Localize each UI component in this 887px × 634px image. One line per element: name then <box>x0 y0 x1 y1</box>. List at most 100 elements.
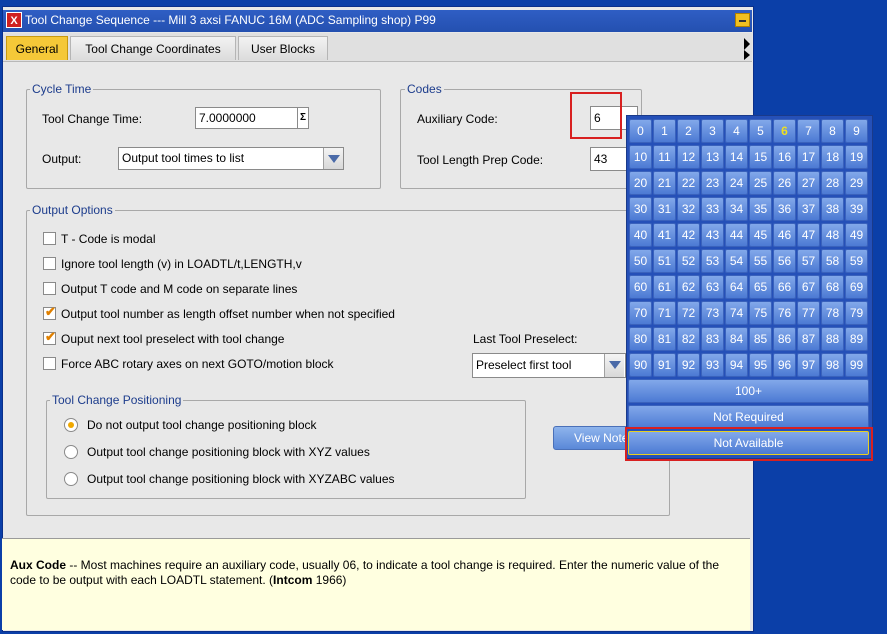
code-option-49[interactable]: 49 <box>845 223 868 247</box>
code-option-46[interactable]: 46 <box>773 223 796 247</box>
code-option-17[interactable]: 17 <box>797 145 820 169</box>
code-option-2[interactable]: 2 <box>677 119 700 143</box>
code-option-0[interactable]: 0 <box>629 119 652 143</box>
radio-xyzabc[interactable] <box>64 472 78 486</box>
code-option-29[interactable]: 29 <box>845 171 868 195</box>
code-option-85[interactable]: 85 <box>749 327 772 351</box>
code-option-38[interactable]: 38 <box>821 197 844 221</box>
code-option-4[interactable]: 4 <box>725 119 748 143</box>
radio-no-positioning[interactable] <box>64 418 78 432</box>
code-option-50[interactable]: 50 <box>629 249 652 273</box>
sigma-calculator-icon[interactable]: Σ <box>297 107 309 129</box>
code-option-27[interactable]: 27 <box>797 171 820 195</box>
code-option-95[interactable]: 95 <box>749 353 772 377</box>
code-option-93[interactable]: 93 <box>701 353 724 377</box>
code-option-21[interactable]: 21 <box>653 171 676 195</box>
code-option-92[interactable]: 92 <box>677 353 700 377</box>
code-option-28[interactable]: 28 <box>821 171 844 195</box>
code-option-84[interactable]: 84 <box>725 327 748 351</box>
code-option-39[interactable]: 39 <box>845 197 868 221</box>
tool-change-time-input[interactable]: 7.0000000 <box>195 107 298 129</box>
code-option-26[interactable]: 26 <box>773 171 796 195</box>
code-option-98[interactable]: 98 <box>821 353 844 377</box>
code-option-13[interactable]: 13 <box>701 145 724 169</box>
minimize-button[interactable] <box>735 13 750 27</box>
checkbox-length-offset[interactable]: ✔ <box>43 305 56 320</box>
code-option-1[interactable]: 1 <box>653 119 676 143</box>
code-option-77[interactable]: 77 <box>797 301 820 325</box>
code-option-42[interactable]: 42 <box>677 223 700 247</box>
checkbox-separate-lines[interactable] <box>43 282 56 295</box>
code-option-41[interactable]: 41 <box>653 223 676 247</box>
code-option-63[interactable]: 63 <box>701 275 724 299</box>
tab-tool-change-coordinates[interactable]: Tool Change Coordinates <box>70 36 236 60</box>
code-option-53[interactable]: 53 <box>701 249 724 273</box>
code-option-60[interactable]: 60 <box>629 275 652 299</box>
code-option-34[interactable]: 34 <box>725 197 748 221</box>
output-select[interactable]: Output tool times to list <box>118 147 344 170</box>
code-option-3[interactable]: 3 <box>701 119 724 143</box>
tab-user-blocks[interactable]: User Blocks <box>238 36 328 60</box>
last-tool-preselect-select[interactable]: Preselect first tool <box>472 353 626 378</box>
code-option-67[interactable]: 67 <box>797 275 820 299</box>
code-option-35[interactable]: 35 <box>749 197 772 221</box>
code-option-10[interactable]: 10 <box>629 145 652 169</box>
code-option-91[interactable]: 91 <box>653 353 676 377</box>
output-dropdown-arrow-icon[interactable] <box>323 148 343 169</box>
code-option-73[interactable]: 73 <box>701 301 724 325</box>
code-option-40[interactable]: 40 <box>629 223 652 247</box>
code-option-30[interactable]: 30 <box>629 197 652 221</box>
code-option-56[interactable]: 56 <box>773 249 796 273</box>
code-option-11[interactable]: 11 <box>653 145 676 169</box>
code-option-99[interactable]: 99 <box>845 353 868 377</box>
last-tool-dropdown-arrow-icon[interactable] <box>604 354 624 377</box>
code-option-69[interactable]: 69 <box>845 275 868 299</box>
code-option-62[interactable]: 62 <box>677 275 700 299</box>
code-option-76[interactable]: 76 <box>773 301 796 325</box>
code-option-23[interactable]: 23 <box>701 171 724 195</box>
code-option-20[interactable]: 20 <box>629 171 652 195</box>
code-option-51[interactable]: 51 <box>653 249 676 273</box>
more-codes-button[interactable]: 100+ <box>628 379 869 403</box>
code-option-83[interactable]: 83 <box>701 327 724 351</box>
code-option-72[interactable]: 72 <box>677 301 700 325</box>
code-option-37[interactable]: 37 <box>797 197 820 221</box>
code-option-59[interactable]: 59 <box>845 249 868 273</box>
code-option-8[interactable]: 8 <box>821 119 844 143</box>
code-option-9[interactable]: 9 <box>845 119 868 143</box>
code-option-68[interactable]: 68 <box>821 275 844 299</box>
code-option-65[interactable]: 65 <box>749 275 772 299</box>
code-option-55[interactable]: 55 <box>749 249 772 273</box>
code-option-44[interactable]: 44 <box>725 223 748 247</box>
code-option-5[interactable]: 5 <box>749 119 772 143</box>
tab-scroll-right-icon[interactable] <box>744 38 750 50</box>
code-option-71[interactable]: 71 <box>653 301 676 325</box>
code-option-19[interactable]: 19 <box>845 145 868 169</box>
code-option-12[interactable]: 12 <box>677 145 700 169</box>
code-option-6[interactable]: 6 <box>773 119 796 143</box>
code-option-31[interactable]: 31 <box>653 197 676 221</box>
checkbox-t-code-modal[interactable] <box>43 232 56 245</box>
code-option-61[interactable]: 61 <box>653 275 676 299</box>
code-option-88[interactable]: 88 <box>821 327 844 351</box>
code-option-96[interactable]: 96 <box>773 353 796 377</box>
code-option-24[interactable]: 24 <box>725 171 748 195</box>
code-option-54[interactable]: 54 <box>725 249 748 273</box>
code-option-64[interactable]: 64 <box>725 275 748 299</box>
code-option-32[interactable]: 32 <box>677 197 700 221</box>
code-option-36[interactable]: 36 <box>773 197 796 221</box>
code-option-78[interactable]: 78 <box>821 301 844 325</box>
code-option-90[interactable]: 90 <box>629 353 652 377</box>
code-option-45[interactable]: 45 <box>749 223 772 247</box>
checkbox-next-tool-preselect[interactable]: ✔ <box>43 330 56 345</box>
code-option-87[interactable]: 87 <box>797 327 820 351</box>
view-note-button[interactable]: View Note <box>553 426 631 450</box>
code-option-15[interactable]: 15 <box>749 145 772 169</box>
code-option-86[interactable]: 86 <box>773 327 796 351</box>
code-option-47[interactable]: 47 <box>797 223 820 247</box>
code-option-75[interactable]: 75 <box>749 301 772 325</box>
code-option-82[interactable]: 82 <box>677 327 700 351</box>
code-option-80[interactable]: 80 <box>629 327 652 351</box>
tab-general[interactable]: General <box>6 36 68 60</box>
tab-scroll-down-icon[interactable] <box>744 50 750 60</box>
